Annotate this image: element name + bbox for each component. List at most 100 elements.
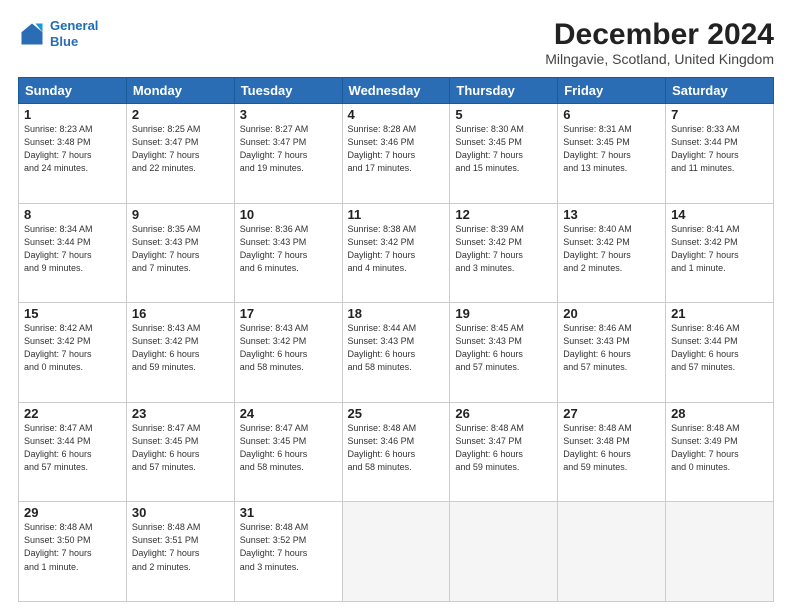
table-row: 20Sunrise: 8:46 AM Sunset: 3:43 PM Dayli…: [558, 303, 666, 403]
day-info: Sunrise: 8:47 AM Sunset: 3:45 PM Dayligh…: [240, 422, 337, 474]
day-number: 19: [455, 306, 552, 321]
logo-general: General: [50, 18, 98, 33]
day-number: 17: [240, 306, 337, 321]
table-row: 1Sunrise: 8:23 AM Sunset: 3:48 PM Daylig…: [19, 104, 127, 204]
day-info: Sunrise: 8:48 AM Sunset: 3:50 PM Dayligh…: [24, 521, 121, 573]
day-info: Sunrise: 8:34 AM Sunset: 3:44 PM Dayligh…: [24, 223, 121, 275]
table-row: 15Sunrise: 8:42 AM Sunset: 3:42 PM Dayli…: [19, 303, 127, 403]
calendar-week-row: 15Sunrise: 8:42 AM Sunset: 3:42 PM Dayli…: [19, 303, 774, 403]
col-tuesday: Tuesday: [234, 78, 342, 104]
table-row: 28Sunrise: 8:48 AM Sunset: 3:49 PM Dayli…: [666, 402, 774, 502]
table-row: 13Sunrise: 8:40 AM Sunset: 3:42 PM Dayli…: [558, 203, 666, 303]
day-info: Sunrise: 8:27 AM Sunset: 3:47 PM Dayligh…: [240, 123, 337, 175]
col-saturday: Saturday: [666, 78, 774, 104]
table-row: [342, 502, 450, 602]
table-row: 10Sunrise: 8:36 AM Sunset: 3:43 PM Dayli…: [234, 203, 342, 303]
table-row: 14Sunrise: 8:41 AM Sunset: 3:42 PM Dayli…: [666, 203, 774, 303]
table-row: 5Sunrise: 8:30 AM Sunset: 3:45 PM Daylig…: [450, 104, 558, 204]
day-info: Sunrise: 8:43 AM Sunset: 3:42 PM Dayligh…: [132, 322, 229, 374]
day-number: 24: [240, 406, 337, 421]
day-info: Sunrise: 8:36 AM Sunset: 3:43 PM Dayligh…: [240, 223, 337, 275]
table-row: 21Sunrise: 8:46 AM Sunset: 3:44 PM Dayli…: [666, 303, 774, 403]
table-row: 8Sunrise: 8:34 AM Sunset: 3:44 PM Daylig…: [19, 203, 127, 303]
col-friday: Friday: [558, 78, 666, 104]
day-info: Sunrise: 8:31 AM Sunset: 3:45 PM Dayligh…: [563, 123, 660, 175]
table-row: 12Sunrise: 8:39 AM Sunset: 3:42 PM Dayli…: [450, 203, 558, 303]
calendar-week-row: 29Sunrise: 8:48 AM Sunset: 3:50 PM Dayli…: [19, 502, 774, 602]
table-row: 19Sunrise: 8:45 AM Sunset: 3:43 PM Dayli…: [450, 303, 558, 403]
calendar-table: Sunday Monday Tuesday Wednesday Thursday…: [18, 77, 774, 602]
table-row: 9Sunrise: 8:35 AM Sunset: 3:43 PM Daylig…: [126, 203, 234, 303]
table-row: [666, 502, 774, 602]
day-info: Sunrise: 8:45 AM Sunset: 3:43 PM Dayligh…: [455, 322, 552, 374]
day-number: 10: [240, 207, 337, 222]
col-sunday: Sunday: [19, 78, 127, 104]
day-info: Sunrise: 8:46 AM Sunset: 3:43 PM Dayligh…: [563, 322, 660, 374]
header: General Blue December 2024 Milngavie, Sc…: [18, 18, 774, 67]
day-info: Sunrise: 8:23 AM Sunset: 3:48 PM Dayligh…: [24, 123, 121, 175]
day-number: 28: [671, 406, 768, 421]
day-number: 3: [240, 107, 337, 122]
day-info: Sunrise: 8:33 AM Sunset: 3:44 PM Dayligh…: [671, 123, 768, 175]
table-row: 31Sunrise: 8:48 AM Sunset: 3:52 PM Dayli…: [234, 502, 342, 602]
calendar-header-row: Sunday Monday Tuesday Wednesday Thursday…: [19, 78, 774, 104]
day-info: Sunrise: 8:41 AM Sunset: 3:42 PM Dayligh…: [671, 223, 768, 275]
table-row: 18Sunrise: 8:44 AM Sunset: 3:43 PM Dayli…: [342, 303, 450, 403]
col-thursday: Thursday: [450, 78, 558, 104]
day-info: Sunrise: 8:30 AM Sunset: 3:45 PM Dayligh…: [455, 123, 552, 175]
day-number: 26: [455, 406, 552, 421]
day-info: Sunrise: 8:48 AM Sunset: 3:51 PM Dayligh…: [132, 521, 229, 573]
day-number: 1: [24, 107, 121, 122]
day-info: Sunrise: 8:47 AM Sunset: 3:45 PM Dayligh…: [132, 422, 229, 474]
day-number: 11: [348, 207, 445, 222]
day-number: 12: [455, 207, 552, 222]
calendar-week-row: 22Sunrise: 8:47 AM Sunset: 3:44 PM Dayli…: [19, 402, 774, 502]
day-info: Sunrise: 8:25 AM Sunset: 3:47 PM Dayligh…: [132, 123, 229, 175]
logo-blue: Blue: [50, 34, 78, 49]
day-info: Sunrise: 8:46 AM Sunset: 3:44 PM Dayligh…: [671, 322, 768, 374]
table-row: 27Sunrise: 8:48 AM Sunset: 3:48 PM Dayli…: [558, 402, 666, 502]
table-row: 4Sunrise: 8:28 AM Sunset: 3:46 PM Daylig…: [342, 104, 450, 204]
calendar-week-row: 1Sunrise: 8:23 AM Sunset: 3:48 PM Daylig…: [19, 104, 774, 204]
page: General Blue December 2024 Milngavie, Sc…: [0, 0, 792, 612]
day-number: 15: [24, 306, 121, 321]
day-info: Sunrise: 8:40 AM Sunset: 3:42 PM Dayligh…: [563, 223, 660, 275]
day-number: 4: [348, 107, 445, 122]
table-row: 26Sunrise: 8:48 AM Sunset: 3:47 PM Dayli…: [450, 402, 558, 502]
day-info: Sunrise: 8:44 AM Sunset: 3:43 PM Dayligh…: [348, 322, 445, 374]
table-row: 6Sunrise: 8:31 AM Sunset: 3:45 PM Daylig…: [558, 104, 666, 204]
day-info: Sunrise: 8:28 AM Sunset: 3:46 PM Dayligh…: [348, 123, 445, 175]
table-row: 11Sunrise: 8:38 AM Sunset: 3:42 PM Dayli…: [342, 203, 450, 303]
day-number: 22: [24, 406, 121, 421]
day-number: 20: [563, 306, 660, 321]
day-number: 25: [348, 406, 445, 421]
day-number: 13: [563, 207, 660, 222]
day-number: 29: [24, 505, 121, 520]
day-number: 30: [132, 505, 229, 520]
table-row: 30Sunrise: 8:48 AM Sunset: 3:51 PM Dayli…: [126, 502, 234, 602]
logo-text: General Blue: [50, 18, 98, 49]
day-number: 9: [132, 207, 229, 222]
day-info: Sunrise: 8:48 AM Sunset: 3:48 PM Dayligh…: [563, 422, 660, 474]
table-row: [558, 502, 666, 602]
day-number: 18: [348, 306, 445, 321]
table-row: [450, 502, 558, 602]
day-number: 16: [132, 306, 229, 321]
day-info: Sunrise: 8:48 AM Sunset: 3:49 PM Dayligh…: [671, 422, 768, 474]
day-number: 14: [671, 207, 768, 222]
day-number: 6: [563, 107, 660, 122]
table-row: 16Sunrise: 8:43 AM Sunset: 3:42 PM Dayli…: [126, 303, 234, 403]
table-row: 29Sunrise: 8:48 AM Sunset: 3:50 PM Dayli…: [19, 502, 127, 602]
calendar-week-row: 8Sunrise: 8:34 AM Sunset: 3:44 PM Daylig…: [19, 203, 774, 303]
table-row: 22Sunrise: 8:47 AM Sunset: 3:44 PM Dayli…: [19, 402, 127, 502]
day-info: Sunrise: 8:42 AM Sunset: 3:42 PM Dayligh…: [24, 322, 121, 374]
day-number: 21: [671, 306, 768, 321]
table-row: 17Sunrise: 8:43 AM Sunset: 3:42 PM Dayli…: [234, 303, 342, 403]
col-monday: Monday: [126, 78, 234, 104]
table-row: 24Sunrise: 8:47 AM Sunset: 3:45 PM Dayli…: [234, 402, 342, 502]
subtitle: Milngavie, Scotland, United Kingdom: [545, 51, 774, 67]
day-number: 23: [132, 406, 229, 421]
day-info: Sunrise: 8:48 AM Sunset: 3:52 PM Dayligh…: [240, 521, 337, 573]
day-info: Sunrise: 8:48 AM Sunset: 3:47 PM Dayligh…: [455, 422, 552, 474]
day-info: Sunrise: 8:43 AM Sunset: 3:42 PM Dayligh…: [240, 322, 337, 374]
